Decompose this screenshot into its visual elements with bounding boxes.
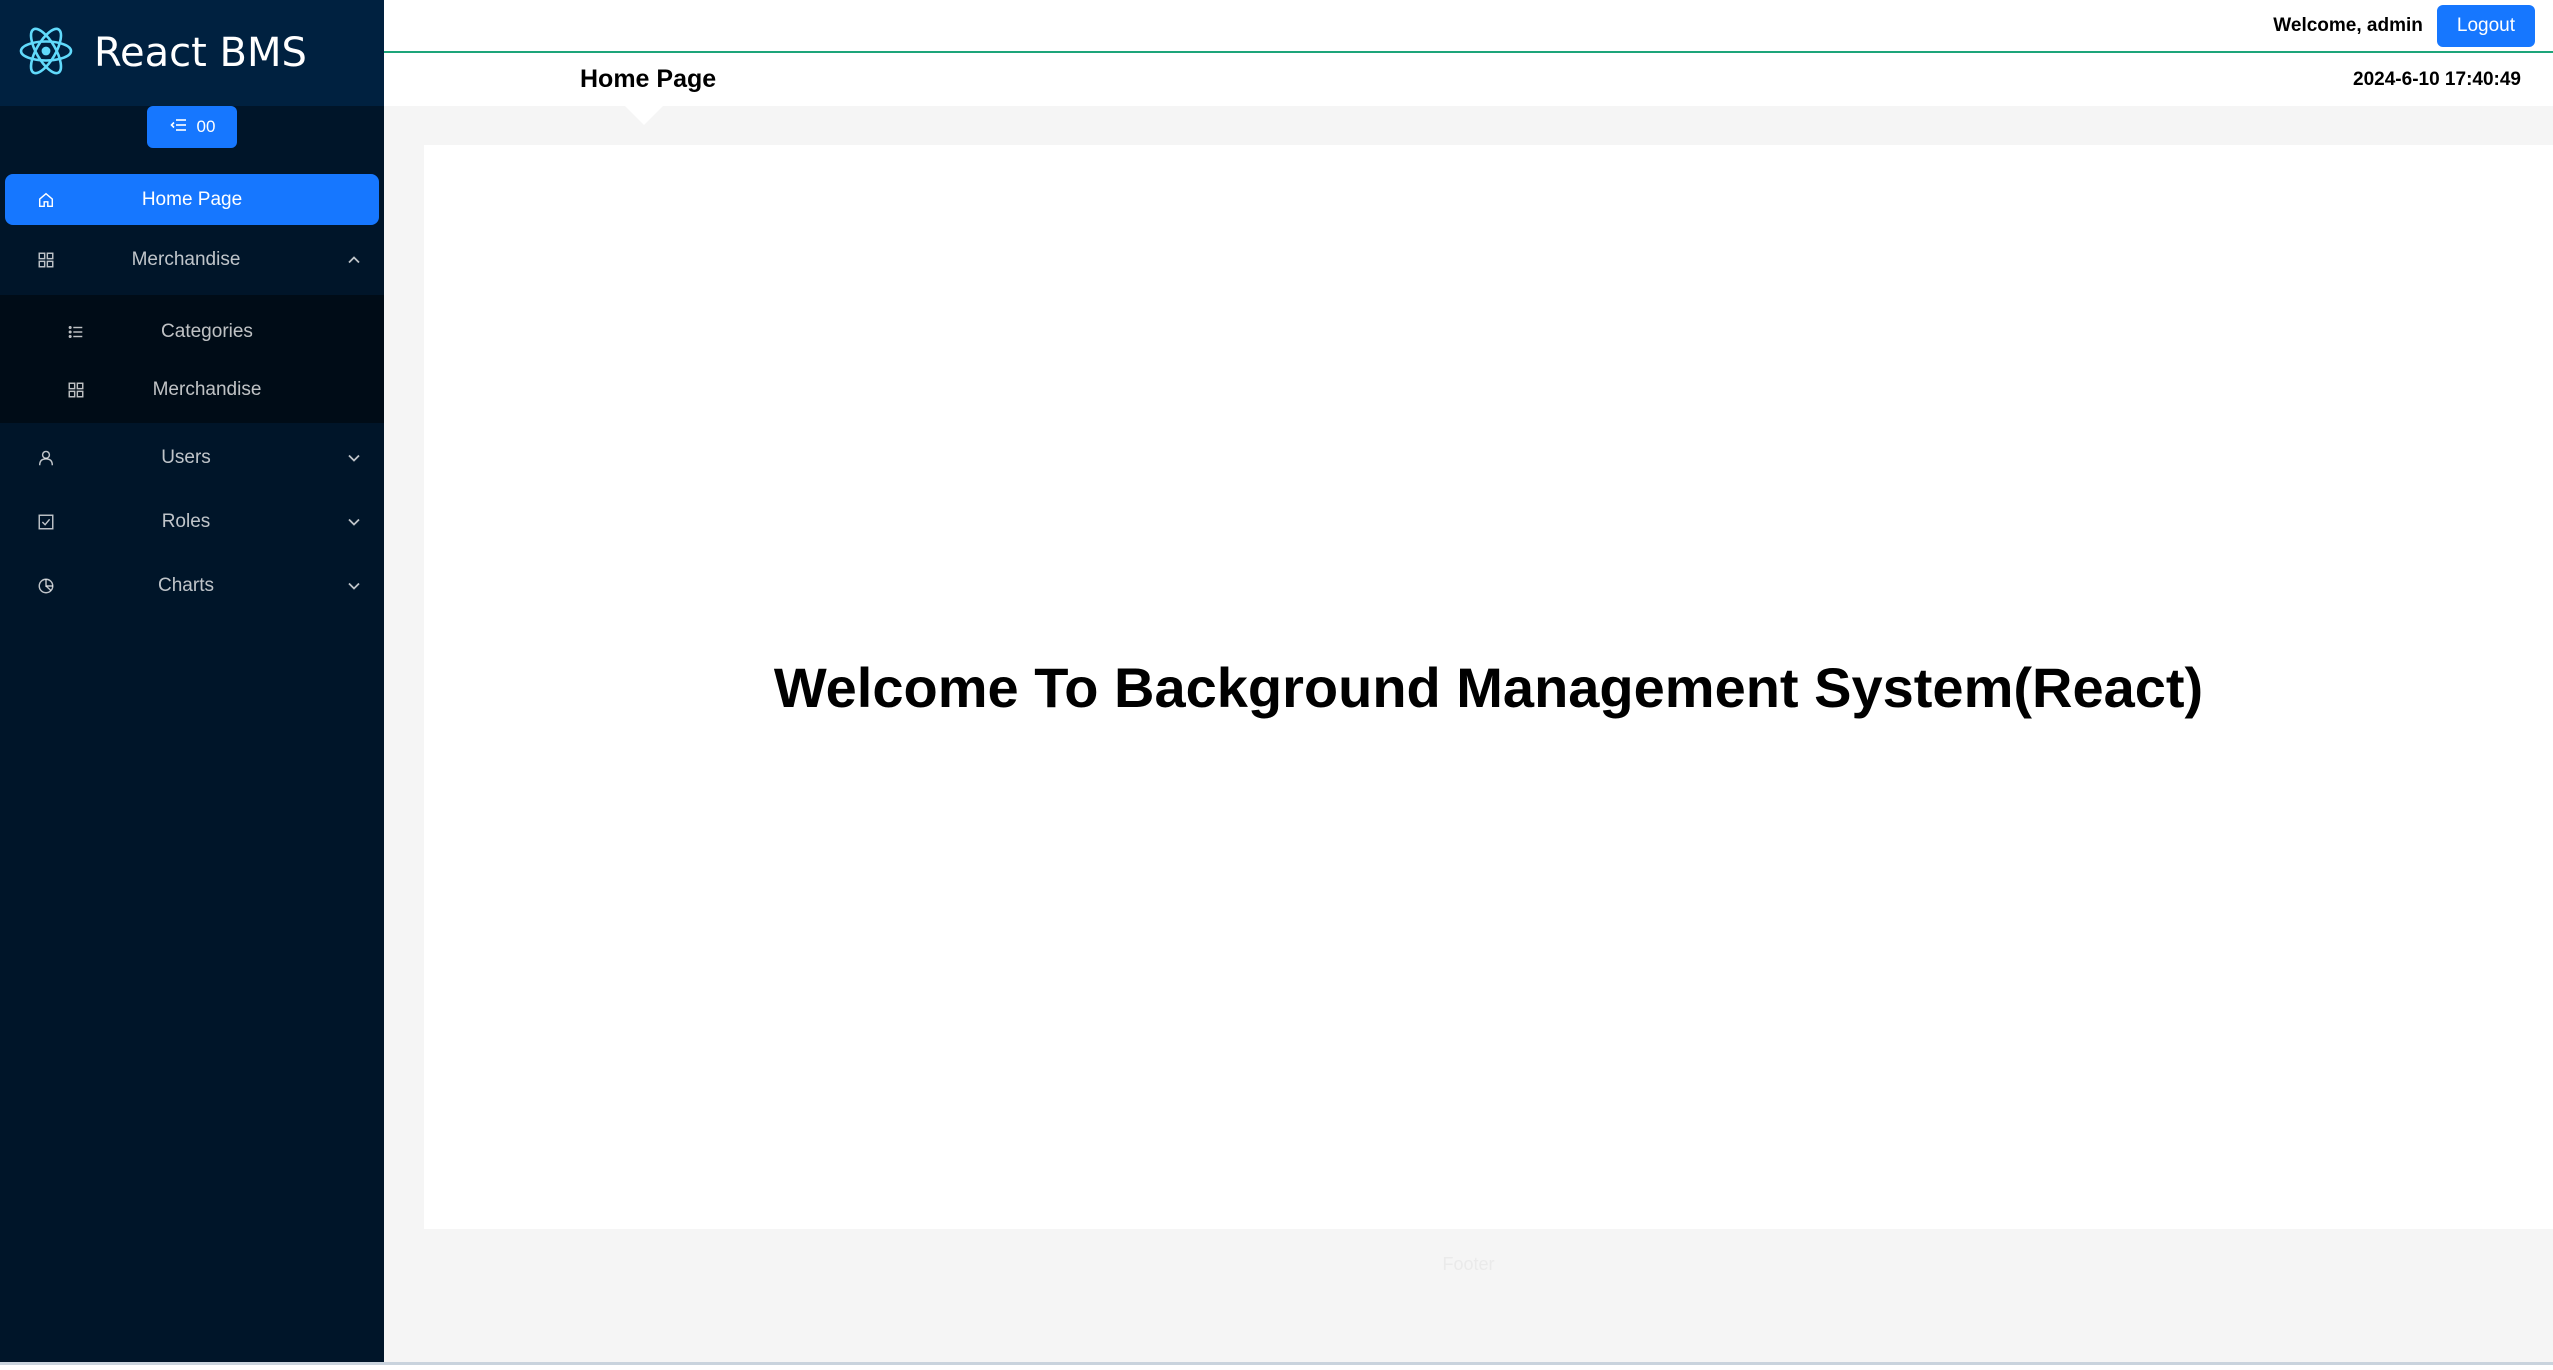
- sidebar-item-categories[interactable]: Categories: [0, 303, 384, 361]
- sidebar: React BMS 00 Home Page Merchandise Categ…: [0, 0, 384, 1362]
- logout-button[interactable]: Logout: [2436, 4, 2535, 47]
- header-bottom-bar: Home Page 2024-6-10 17:40:49: [384, 53, 2553, 125]
- sidebar-menu: Home Page Merchandise Categories Merchan…: [0, 174, 384, 615]
- home-icon: [36, 190, 56, 210]
- menu-fold-icon: [169, 115, 189, 140]
- chevron-down-icon: [346, 578, 362, 594]
- logo[interactable]: React BMS: [0, 0, 384, 106]
- app-shell: React BMS 00 Home Page Merchandise Categ…: [0, 0, 2553, 1365]
- current-datetime: 2024-6-10 17:40:49: [2353, 68, 2521, 90]
- pie-chart-icon: [36, 576, 56, 596]
- chevron-down-icon: [346, 514, 362, 530]
- sidebar-item-label: Home Page: [141, 188, 243, 210]
- header: Welcome, admin Logout Home Page 2024-6-1…: [384, 0, 2553, 125]
- sidebar-item-label: Roles: [161, 511, 211, 532]
- sidebar-item-merchandise[interactable]: Merchandise: [0, 361, 384, 419]
- sidebar-item-roles[interactable]: Roles: [0, 493, 384, 551]
- content-panel: Welcome To Background Management System(…: [424, 145, 2553, 1229]
- collapse-label: 00: [196, 117, 216, 136]
- header-top-bar: Welcome, admin Logout: [384, 0, 2553, 53]
- collapse-menu-button[interactable]: 00: [147, 106, 237, 148]
- page-title: Home Page: [580, 65, 717, 93]
- appstore-icon: [66, 380, 86, 400]
- appstore-icon: [36, 250, 56, 270]
- sidebar-item-label: Categories: [161, 321, 253, 342]
- app-title: React BMS: [94, 30, 307, 76]
- sidebar-item-label: Merchandise: [152, 379, 262, 400]
- sidebar-item-users[interactable]: Users: [0, 429, 384, 487]
- title-pointer-arrow: [624, 105, 664, 125]
- welcome-heading: Welcome To Background Management System(…: [773, 655, 2204, 719]
- chevron-down-icon: [346, 450, 362, 466]
- sidebar-item-label: Merchandise: [131, 249, 241, 270]
- sidebar-item-merchandise-group[interactable]: Merchandise: [0, 231, 384, 289]
- sidebar-item-home[interactable]: Home Page: [5, 174, 379, 225]
- sidebar-item-label: Charts: [158, 575, 214, 596]
- welcome-user-text: Welcome, admin: [2273, 14, 2423, 36]
- main-area: Welcome, admin Logout Home Page 2024-6-1…: [384, 0, 2553, 1362]
- user-icon: [36, 448, 56, 468]
- react-logo-icon: [18, 23, 74, 84]
- footer: Footer: [1442, 1254, 1495, 1274]
- merchandise-submenu: Categories Merchandise: [0, 295, 384, 423]
- sidebar-item-charts[interactable]: Charts: [0, 557, 384, 615]
- check-square-icon: [36, 512, 56, 532]
- sidebar-item-label: Users: [161, 447, 211, 468]
- chevron-up-icon: [346, 252, 362, 268]
- list-icon: [66, 322, 86, 342]
